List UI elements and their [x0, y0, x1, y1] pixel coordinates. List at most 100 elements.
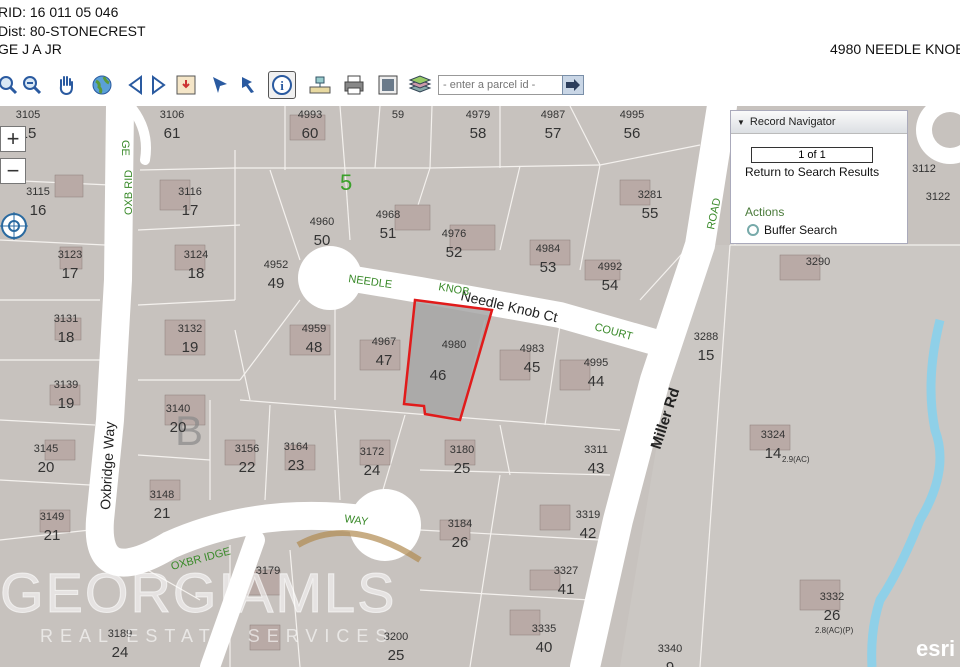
parcel-lot-label: 60 [302, 125, 319, 142]
parcel-lot-label: 17 [182, 202, 199, 219]
parcel-lot-label: 52 [446, 244, 463, 261]
owner-text: GE J A JR [0, 41, 62, 57]
parcel-address-label: 3139 [54, 379, 78, 391]
parcel-lot-label: 47 [376, 352, 393, 369]
buffer-icon [747, 224, 759, 236]
locate-button[interactable] [0, 212, 28, 240]
parcel-address-label: 3327 [554, 565, 578, 577]
parcel-address-label: 3332 [820, 591, 844, 603]
parcel-search-button[interactable] [562, 75, 584, 95]
parcel-id-input[interactable] [438, 75, 568, 95]
parcel-lot-label: 22 [239, 459, 256, 476]
measure-icon[interactable] [236, 71, 264, 99]
address-text: 4980 NEEDLE KNOB [830, 41, 960, 57]
parcel-lot-label: 23 [288, 457, 305, 474]
parcel-address-label: 3149 [40, 511, 64, 523]
district-text: Dist: 80-STONECREST [0, 23, 146, 39]
svg-text:i: i [280, 78, 284, 93]
parcel-address-label: 3122 [926, 191, 950, 203]
parcel-address-label: 4967 [372, 336, 396, 348]
parcel-address-label: 3172 [360, 446, 384, 458]
parcel-address-label: 3290 [806, 256, 830, 268]
parcel-address-label: 59 [392, 109, 404, 121]
forward-arrow-icon[interactable] [144, 71, 172, 99]
actions-label: Actions [745, 205, 785, 219]
print-icon[interactable] [340, 71, 368, 99]
parcel-address-label: 4959 [302, 323, 326, 335]
return-to-search-link[interactable]: Return to Search Results [745, 165, 879, 179]
parcel-address-label: 4968 [376, 209, 400, 221]
buffer-search-button[interactable]: Buffer Search [747, 223, 837, 237]
watermark-brand: GEORGIAMLS [0, 561, 397, 624]
parcel-address-label: 3156 [235, 443, 259, 455]
pointer-icon[interactable] [206, 71, 234, 99]
parcel-lot-label: 51 [380, 225, 397, 242]
record-navigator-title: Record Navigator [749, 116, 836, 128]
parcel-lot-label: 49 [268, 275, 285, 292]
parcel-lot-label: 56 [624, 125, 641, 142]
record-count: 1 of 1 [751, 147, 873, 163]
parcel-address-label: 3281 [638, 189, 662, 201]
parcel-lot-label: 17 [62, 265, 79, 282]
record-navigator-header[interactable]: ▼ Record Navigator [731, 111, 907, 134]
buffer-icon[interactable] [306, 71, 334, 99]
block-label-5: 5 [340, 170, 352, 195]
go-arrow-icon [566, 79, 580, 91]
identify-icon[interactable]: i [268, 71, 296, 99]
acreage-label: 2.8(AC)(P) [815, 626, 854, 635]
parcel-address-label: 3340 [658, 643, 682, 655]
parcel-id-text: RID: 16 011 05 046 [0, 4, 119, 20]
parcel-lot-label: 61 [164, 125, 181, 142]
parcel-lot-label: 40 [536, 639, 553, 656]
parcel-address-label: 4992 [598, 261, 622, 273]
parcel-address-label: 3288 [694, 331, 718, 343]
parcel-address-label: 3180 [450, 444, 474, 456]
parcel-address-label: 3123 [58, 249, 82, 261]
zoom-in-button[interactable]: + [0, 126, 26, 152]
parcel-lot-label: 14 [765, 445, 782, 462]
esri-logo: esri [916, 636, 955, 661]
acreage-label: 2.9(AC) [782, 455, 810, 464]
parcel-lot-label: 55 [642, 205, 659, 222]
parcel-lot-label: 21 [44, 527, 61, 544]
parcel-address-label: 4993 [298, 109, 322, 121]
parcel-lot-label: 19 [182, 339, 199, 356]
parcel-address-label: 3164 [284, 441, 308, 453]
parcel-lot-label: 50 [314, 232, 331, 249]
crosshair-icon [0, 212, 28, 240]
parcel-address-label: 4983 [520, 343, 544, 355]
parcel-address-label: 3324 [761, 429, 785, 441]
zoom-out-button[interactable]: − [0, 158, 26, 184]
parcel-address-label: 3335 [532, 623, 556, 635]
street-label-oxb-rid: OXB RID [123, 170, 135, 215]
parcel-lot-label: 25 [454, 460, 471, 477]
parcel-lot-label: 25 [388, 647, 405, 664]
globe-icon[interactable] [88, 71, 116, 99]
parcel-address-label: 3106 [160, 109, 184, 121]
pan-hand-icon[interactable] [52, 71, 80, 99]
parcel-lot-label: 58 [470, 125, 487, 142]
parcel-lot-label: 18 [188, 265, 205, 282]
parcel-lot-label: 54 [602, 277, 619, 294]
parcel-lot-label: 20 [170, 419, 187, 436]
parcel-address-label: 3319 [576, 509, 600, 521]
parcel-info-header: RID: 16 011 05 046 Dist: 80-STONECREST G… [0, 0, 960, 64]
extent-icon[interactable] [374, 71, 402, 99]
parcel-address-label: 3112 [912, 163, 936, 175]
zoom-out-icon[interactable] [18, 71, 46, 99]
parcel-address-label: 3311 [584, 444, 608, 456]
parcel-lot-label: 44 [588, 373, 605, 390]
layers-icon[interactable] [406, 71, 434, 99]
parcel-lot-label: 42 [580, 525, 597, 542]
select-parcel-icon[interactable] [172, 71, 200, 99]
parcel-lot-label: 15 [698, 347, 715, 364]
parcel-lot-label: 16 [30, 202, 47, 219]
parcel-address-label: 3140 [166, 403, 190, 415]
parcel-address-label: 3105 [16, 109, 40, 121]
record-navigator-panel: ▼ Record Navigator 1 of 1 Return to Sear… [730, 110, 908, 244]
parcel-address-label: 3124 [184, 249, 208, 261]
parcel-lot-label: 18 [58, 329, 75, 346]
parcel-address-label: 4952 [264, 259, 288, 271]
parcel-lot-label: 21 [154, 505, 171, 522]
parcel-address-label: 4960 [310, 216, 334, 228]
